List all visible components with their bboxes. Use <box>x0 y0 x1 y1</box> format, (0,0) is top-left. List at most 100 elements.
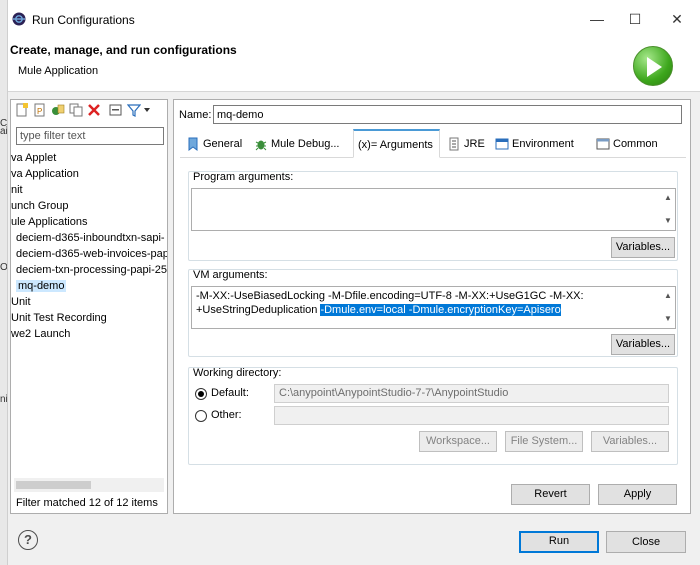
duplicate-icon[interactable] <box>69 103 83 117</box>
tab-label: Environment <box>512 138 574 150</box>
vertical-scrollbar[interactable]: ▲ ▼ <box>661 189 675 230</box>
apply-button[interactable]: Apply <box>598 484 677 505</box>
scrollbar-thumb[interactable] <box>16 481 91 489</box>
tree-item-label: deciem-txn-processing-papi-25 <box>16 264 167 276</box>
tree-item[interactable]: deciem-d365-inboundtxn-sapi- <box>16 230 165 246</box>
strip-text: ni <box>0 394 8 405</box>
tree-item-label: nit <box>11 184 23 196</box>
tab-label: (x)= Arguments <box>358 139 433 151</box>
configuration-tree: va Applet va Application nit unch Group ule … <box>11 150 167 480</box>
tab-label: JRE <box>464 138 485 150</box>
collapse-all-icon[interactable] <box>109 103 123 117</box>
filter-status: Filter matched 12 of 12 items <box>16 497 158 509</box>
new-prototype-icon[interactable]: P <box>33 103 47 117</box>
default-label: Default: <box>211 387 249 399</box>
run-button[interactable]: Run <box>519 531 599 553</box>
horizontal-scrollbar[interactable] <box>14 478 164 492</box>
name-input[interactable] <box>213 105 682 124</box>
tab-label: General <box>203 138 243 150</box>
configuration-editor-panel: Name: General Mule Debug... (x)= Argumen… <box>173 99 691 514</box>
tree-item-label: Unit Test Recording <box>11 312 107 324</box>
other-label: Other: <box>211 409 242 421</box>
other-radio[interactable] <box>195 410 207 422</box>
background-editor-strip: Co ai Or ni <box>0 0 8 565</box>
tab-environment[interactable]: Environment <box>491 130 581 158</box>
tab-general[interactable]: General <box>182 130 248 158</box>
tree-item[interactable]: deciem-d365-web-invoices-pap <box>16 246 167 262</box>
vm-arguments-line-1: -M-XX:-UseBiasedLocking -M-Dfile.encodin… <box>196 290 584 302</box>
general-icon <box>188 137 198 152</box>
tree-item[interactable]: unch Group <box>11 198 68 214</box>
close-window-button[interactable]: ✕ <box>666 8 688 30</box>
workspace-button[interactable]: Workspace... <box>419 431 497 452</box>
program-arguments-label: Program arguments: <box>193 171 294 183</box>
vertical-scrollbar[interactable]: ▲ ▼ <box>661 287 675 328</box>
close-button[interactable]: Close <box>606 531 686 553</box>
help-icon[interactable]: ? <box>18 530 38 550</box>
vm-arguments-selected-text: -Dmule.env=local -Dmule.encryptionKey=Ap… <box>320 304 561 316</box>
file-system-button[interactable]: File System... <box>505 431 583 452</box>
window-title: Run Configurations <box>32 13 135 27</box>
tree-item-label: we2 Launch <box>11 328 71 340</box>
revert-button[interactable]: Revert <box>511 484 590 505</box>
program-arguments-field[interactable]: ▲ ▼ <box>191 188 676 231</box>
new-config-icon[interactable] <box>15 103 29 117</box>
header-title: Create, manage, and run configurations <box>10 43 237 57</box>
filter-input[interactable] <box>16 127 164 145</box>
export-icon[interactable] <box>51 103 65 117</box>
tree-item[interactable]: Unit Test Recording <box>11 310 107 326</box>
tree-item-label: va Application <box>11 168 79 180</box>
minimize-button[interactable]: — <box>586 8 608 30</box>
tree-item[interactable]: mq-demo <box>16 278 67 294</box>
common-icon <box>596 138 610 150</box>
arguments-tab-content: Program arguments: ▲ ▼ Variables... VM ar… <box>180 158 686 508</box>
tree-item[interactable]: Unit <box>11 294 31 310</box>
run-configurations-dialog: Co ai Or ni Run Configurations — ☐ ✕ Cre… <box>0 0 700 565</box>
svg-text:P: P <box>37 107 42 116</box>
tree-item[interactable]: ule Applications <box>11 214 87 230</box>
chevron-down-icon[interactable] <box>143 103 151 117</box>
vm-arguments-field[interactable]: -M-XX:-UseBiasedLocking -M-Dfile.encodin… <box>191 286 676 329</box>
tree-item[interactable]: we2 Launch <box>11 326 70 342</box>
tab-label: Mule Debug... <box>271 138 340 150</box>
vm-variables-button[interactable]: Variables... <box>611 334 675 355</box>
tab-jre[interactable]: JRE <box>443 130 487 158</box>
tree-item[interactable]: va Application <box>11 166 79 182</box>
default-directory-field: C:\anypoint\AnypointStudio-7-7\AnypointS… <box>274 384 669 403</box>
maximize-button[interactable]: ☐ <box>624 8 646 30</box>
other-directory-field[interactable] <box>274 406 669 425</box>
strip-text: Or <box>0 262 8 273</box>
vm-arguments-label: VM arguments: <box>193 269 268 281</box>
tab-common[interactable]: Common <box>592 130 672 158</box>
tab-label: Common <box>613 138 658 150</box>
tree-item-label: mq-demo <box>16 280 67 292</box>
tree-item-label: va Applet <box>11 152 57 164</box>
vm-arguments-text: +UseStringDeduplication <box>196 304 321 316</box>
tree-item-label: Unit <box>11 296 31 308</box>
delete-icon[interactable] <box>87 103 101 117</box>
environment-icon <box>495 138 509 150</box>
tree-item-label: deciem-d365-web-invoices-pap <box>16 248 167 260</box>
vm-arguments-line-2: +UseStringDeduplication -Dmule.env=local… <box>196 303 671 317</box>
run-logo-icon <box>633 46 673 86</box>
config-tabs: General Mule Debug... (x)= Arguments JRE… <box>180 129 686 158</box>
header-subtitle: Mule Application <box>18 65 99 77</box>
tree-toolbar: P <box>11 100 167 122</box>
working-variables-button[interactable]: Variables... <box>591 431 669 452</box>
tree-item[interactable]: nit <box>11 182 23 198</box>
tree-item-label: deciem-d365-inboundtxn-sapi- <box>16 232 165 244</box>
tree-item[interactable]: va Applet <box>11 150 56 166</box>
tree-item[interactable]: deciem-txn-processing-papi-25 <box>16 262 167 278</box>
working-directory-group: Working directory: Default: C:\anypoint\… <box>188 367 678 465</box>
tab-arguments[interactable]: (x)= Arguments <box>353 129 440 158</box>
filter-icon[interactable] <box>127 103 141 117</box>
default-radio[interactable] <box>195 388 207 400</box>
dialog-header: Create, manage, and run configurations M… <box>8 38 700 92</box>
tree-item-label: ule Applications <box>11 216 88 228</box>
tab-mule-debug[interactable]: Mule Debug... <box>250 130 350 158</box>
tree-item-label: unch Group <box>11 200 69 212</box>
configuration-tree-panel: P va Applet va Application nit unch Group ul… <box>10 99 168 514</box>
program-variables-button[interactable]: Variables... <box>611 237 675 258</box>
strip-text: ai <box>0 126 8 137</box>
program-arguments-group: Program arguments: ▲ ▼ Variables... <box>188 171 678 261</box>
